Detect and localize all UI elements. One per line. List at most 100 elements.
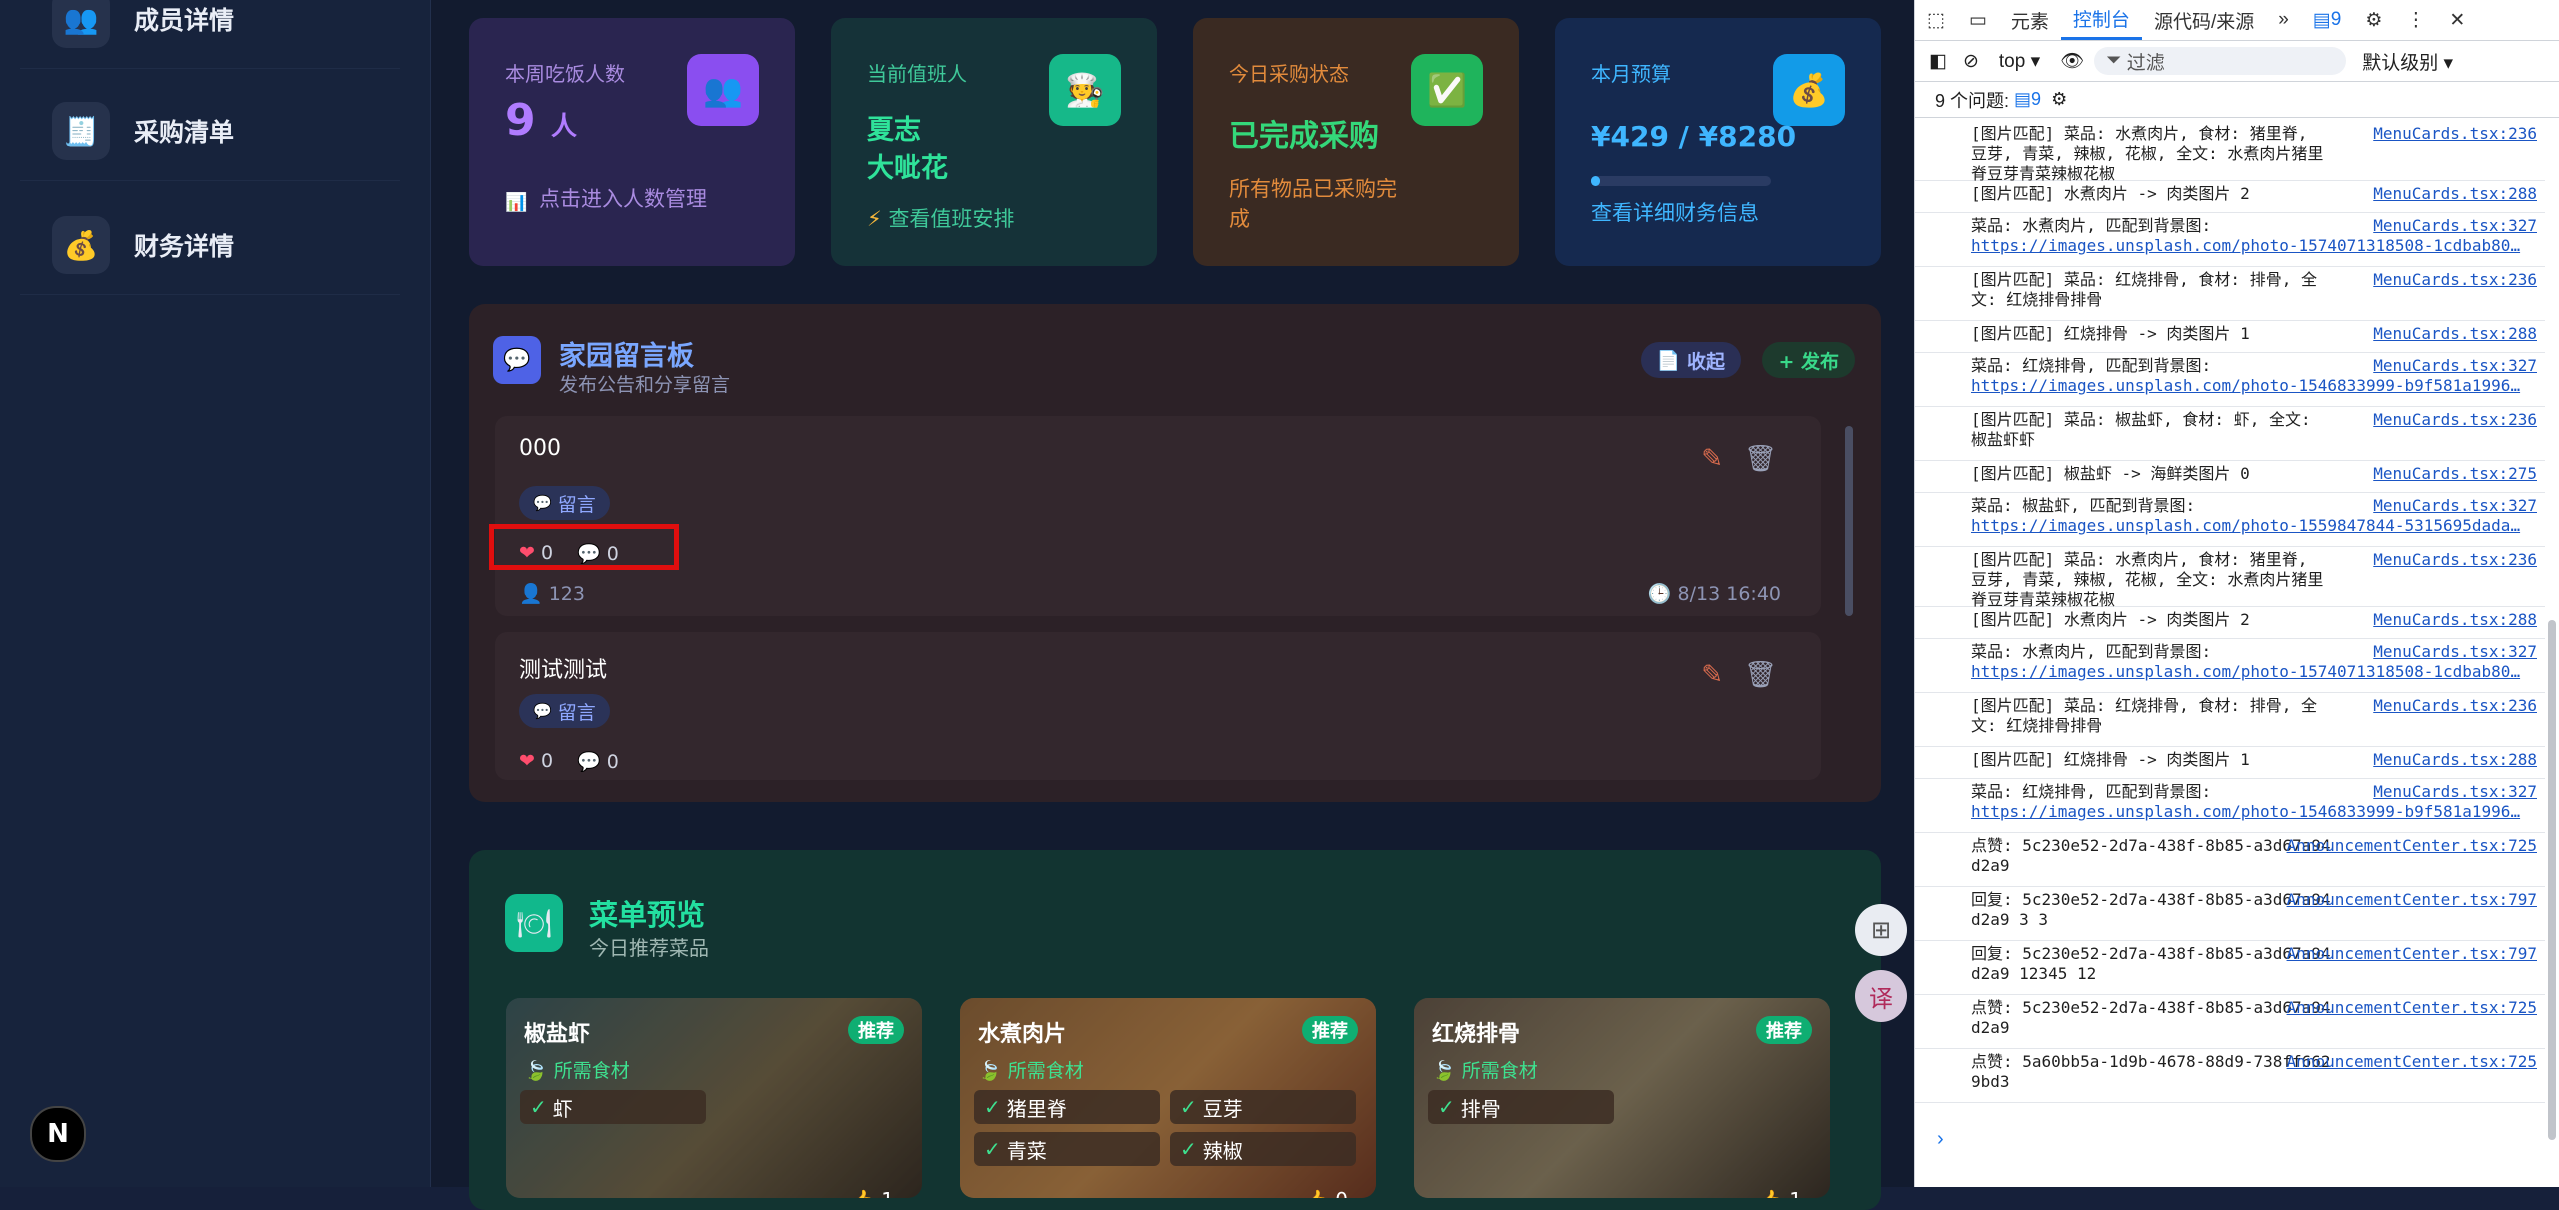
finance-detail-link[interactable]: 查看详细财务信息 [1591,198,1759,228]
log-source-link[interactable]: AnnouncementCenter.tsx:725 [2287,836,2537,855]
post-title: 000 [519,436,561,461]
board-scrollbar[interactable] [1845,426,1853,616]
log-url-link[interactable]: https://images.unsplash.com/photo-154683… [1971,802,2531,821]
log-source-link[interactable]: MenuCards.tsx:236 [2373,696,2537,715]
filter-input[interactable]: ⏷ 过滤 [2094,47,2347,75]
log-message: [图片匹配] 椒盐虾 -> 海鲜类图片 0 [1971,464,2250,483]
settings-gear-icon[interactable]: ⚙ [2051,89,2067,110]
more-tabs-icon[interactable]: » [2266,0,2301,40]
log-level-select[interactable]: 默认级别 ▾ [2362,48,2453,75]
collapse-button[interactable]: 📄 收起 [1640,342,1741,378]
log-source-link[interactable]: MenuCards.tsx:327 [2373,782,2537,801]
kebab-menu-icon[interactable]: ⋮ [2394,0,2437,40]
log-source-link[interactable]: MenuCards.tsx:288 [2373,324,2537,343]
clear-console-icon[interactable]: ⊘ [1963,50,1979,73]
log-source-link[interactable]: MenuCards.tsx:288 [2373,184,2537,203]
console-log-row: 菜品: 水煮肉片, 匹配到背景图: https://images.unsplash… [1915,638,2545,693]
log-source-link[interactable]: AnnouncementCenter.tsx:797 [2287,890,2537,909]
sidebar-toggle-icon[interactable]: ◧ [1929,50,1947,73]
log-message: 菜品: 水煮肉片, 匹配到背景图: [1971,216,2212,235]
annotation-highlight-box [489,524,679,570]
log-message: [图片匹配] 红烧排骨 -> 肉类图片 1 [1971,750,2250,769]
chat-icon: 💬 [493,336,541,384]
purchase-status: 已完成采购 [1229,119,1379,154]
chart-icon: 📊 [505,192,528,213]
log-message: [图片匹配] 菜品: 水煮肉片, 食材: 猪里脊, 豆芽, 青菜, 辣椒, 花椒… [1971,550,2324,609]
log-source-link[interactable]: MenuCards.tsx:275 [2373,464,2537,483]
log-url-link[interactable]: https://images.unsplash.com/photo-157407… [1971,662,2531,681]
trash-icon[interactable]: 🗑 [1744,444,1777,474]
log-source-link[interactable]: MenuCards.tsx:327 [2373,642,2537,661]
duty-schedule-link[interactable]: ⚡ 查看值班安排 [867,204,1014,234]
log-source-link[interactable]: AnnouncementCenter.tsx:725 [2287,998,2537,1017]
device-toggle-icon[interactable]: ▭ [1957,0,1999,40]
duty-card[interactable]: 当前值班人 🧑‍🍳 夏志 大呲花 ⚡ 查看值班安排 [831,18,1157,266]
dish-card[interactable]: 水煮肉片 推荐 🍃 所需食材 ✓猪里脊 ✓豆芽 ✓青菜 ✓辣椒 👍 0 [960,998,1376,1198]
sidebar-item-label: 财务详情 [134,232,235,261]
log-url-link[interactable]: https://images.unsplash.com/photo-154683… [1971,376,2531,395]
inspect-icon[interactable]: ⬚ [1915,0,1957,40]
tab-sources[interactable]: 源代码/来源 [2142,0,2266,40]
log-source-link[interactable]: MenuCards.tsx:288 [2373,750,2537,769]
log-source-link[interactable]: MenuCards.tsx:288 [2373,610,2537,629]
nextjs-dev-indicator[interactable]: N [30,1106,86,1162]
log-source-link[interactable]: MenuCards.tsx:327 [2373,356,2537,375]
devtools-panel: ⬚ ▭ 元素 控制台 源代码/来源 » ▤ 9 ⚙ ⋮ ✕ ◧ ⊘ top ▾ 👁… [1914,0,2559,1187]
translate-button[interactable]: 译 [1855,970,1907,1022]
log-source-link[interactable]: MenuCards.tsx:327 [2373,496,2537,515]
issues-bar[interactable]: 9 个问题: ▤9 ⚙ [1915,82,2559,118]
console-log-row: [图片匹配] 水煮肉片 -> 肉类图片 2 MenuCards.tsx:288 [1915,606,2545,639]
console-log-row: [图片匹配] 水煮肉片 -> 肉类图片 2 MenuCards.tsx:288 [1915,180,2545,213]
clock-icon: 🕒 [1647,583,1672,605]
trash-icon[interactable]: 🗑 [1744,660,1777,690]
sidebar-item-purchase[interactable]: 🧾 采购清单 [20,82,400,181]
log-source-link[interactable]: MenuCards.tsx:327 [2373,216,2537,235]
console-scrollbar[interactable] [2548,620,2556,1140]
sidebar-item-finance[interactable]: 💰 财务详情 [20,196,400,295]
purchase-card[interactable]: 今日采购状态 ✅ 已完成采购 所有物品已采购完成 [1193,18,1519,266]
log-message: 菜品: 椒盐虾, 匹配到背景图: [1971,496,2196,515]
comment-button[interactable]: 💬 0 [577,750,619,773]
log-source-link[interactable]: MenuCards.tsx:236 [2373,550,2537,569]
message-post[interactable]: 测试测试 ✎ 🗑 💬 留言 ❤ 0 💬 0 [495,632,1821,780]
log-source-link[interactable]: MenuCards.tsx:236 [2373,270,2537,289]
console-prompt[interactable]: › [1937,1128,1944,1151]
speech-bubble-icon: 💬 [533,494,552,512]
budget-card[interactable]: 本月预算 💰 ¥429 / ¥8280 查看详细财务信息 [1555,18,1881,266]
log-source-link[interactable]: MenuCards.tsx:236 [2373,124,2537,143]
thumbs-up-icon: 👍 [1304,1188,1329,1198]
sidebar-item-members[interactable]: 👥 成员详情 [20,0,400,69]
log-url-link[interactable]: https://images.unsplash.com/photo-157407… [1971,236,2531,255]
dish-likes[interactable]: 👍 0 [1304,1188,1348,1198]
settings-gear-icon[interactable]: ⚙ [2353,0,2394,40]
grid-apps-button[interactable]: ⊞ [1855,904,1907,956]
dish-likes[interactable]: 👍 1 [850,1188,894,1198]
message-post[interactable]: 000 ✎ 🗑 💬 留言 ❤ 0 💬 0 👤 123 🕒 8/13 16:40 [495,416,1821,616]
edit-icon[interactable]: ✎ [1701,444,1723,474]
manage-eaters-link[interactable]: 📊 点击进入人数管理 [505,184,739,214]
eye-icon[interactable]: 👁 [2060,49,2084,73]
board-title: 家园留言板 [559,341,694,372]
edit-icon[interactable]: ✎ [1701,660,1723,690]
board-subtitle: 发布公告和分享留言 [559,374,731,396]
close-icon[interactable]: ✕ [2437,0,2477,40]
log-source-link[interactable]: MenuCards.tsx:236 [2373,410,2537,429]
post-button[interactable]: + 发布 [1762,342,1855,378]
menu-subtitle: 今日推荐菜品 [589,936,709,960]
context-select[interactable]: top ▾ [1999,50,2040,73]
message-count[interactable]: ▤ 9 [2301,0,2354,40]
dish-card[interactable]: 椒盐虾 推荐 🍃 所需食材 ✓虾 👍 1 [506,998,922,1198]
log-source-link[interactable]: AnnouncementCenter.tsx:797 [2287,944,2537,963]
message-board: 💬 家园留言板 发布公告和分享留言 📄 收起 + 发布 000 ✎ 🗑 💬 留言… [469,304,1881,802]
eaters-value: 9 人 [505,95,577,146]
eaters-card[interactable]: 本周吃饭人数 👥 9 人 📊 点击进入人数管理 [469,18,795,266]
dish-likes[interactable]: 👍 1 [1758,1188,1802,1198]
log-source-link[interactable]: AnnouncementCenter.tsx:725 [2287,1052,2537,1071]
duty-names: 夏志 大呲花 [867,115,948,184]
message-icon: ▤ [2312,9,2331,31]
dish-card[interactable]: 红烧排骨 推荐 🍃 所需食材 ✓排骨 👍 1 [1414,998,1830,1198]
tab-console[interactable]: 控制台 [2060,0,2142,40]
tab-elements[interactable]: 元素 [1999,0,2061,40]
log-url-link[interactable]: https://images.unsplash.com/photo-155984… [1971,516,2531,535]
like-button[interactable]: ❤ 0 [519,750,553,773]
